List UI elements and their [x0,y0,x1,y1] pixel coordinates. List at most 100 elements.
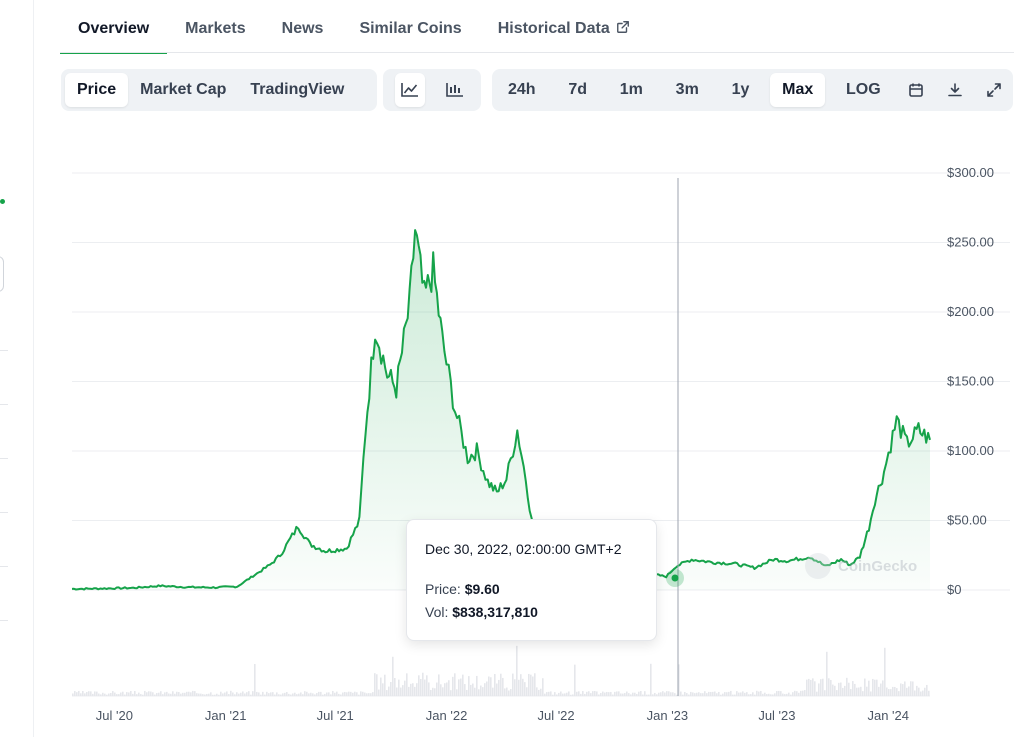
volume-bar [358,694,360,696]
volume-bar [284,692,286,696]
volume-bar [850,689,852,696]
volume-bar [444,683,446,696]
tab-similar-coins[interactable]: Similar Coins [341,0,479,53]
volume-bar [922,690,924,696]
volume-bar [412,683,414,696]
candlestick-icon[interactable] [440,73,470,107]
volume-bar [560,691,562,696]
volume-bar [592,691,594,696]
volume-bar [270,692,272,696]
volume-bar [716,693,718,696]
volume-bar [628,693,630,696]
volume-bar [100,694,102,696]
volume-bar [794,690,796,696]
tradingview-button[interactable]: TradingView [238,73,356,107]
expand-icon[interactable] [979,73,1009,107]
hover-point [671,574,679,582]
volume-bar [920,691,922,696]
volume-bar [708,691,710,696]
range-max-button[interactable]: Max [770,73,826,107]
tab-label: Overview [78,20,150,37]
price-chart[interactable]: CoinGecko $300.00 $250.00 $200.00 $150.00 $1… [0,140,1024,737]
volume-bar [802,690,804,696]
volume-bar [360,691,362,696]
volume-bar [902,684,904,696]
volume-bar [838,682,840,696]
volume-bar [790,694,792,696]
volume-bar [188,691,190,696]
volume-bar [818,683,820,696]
volume-bar [406,673,408,696]
coin-tabs: Overview Markets News Similar Coins Hist… [60,0,648,54]
volume-bar [928,690,930,696]
volume-bar [676,694,678,696]
tab-historical-data[interactable]: Historical Data [480,0,648,53]
volume-bar [250,694,252,696]
volume-bar [546,692,548,696]
volume-bar [458,679,460,696]
volume-bar [788,692,790,696]
price-button[interactable]: Price [65,73,129,107]
range-24h-button[interactable]: 24h [496,73,548,107]
range-1y-button[interactable]: 1y [720,73,762,107]
volume-bar [202,694,204,696]
line-chart-icon[interactable] [394,73,425,107]
volume-bar [498,679,500,696]
download-icon[interactable] [940,73,970,107]
volume-bar [424,679,426,696]
range-1m-button[interactable]: 1m [608,73,655,107]
volume-bar [312,693,314,696]
log-scale-button[interactable]: LOG [834,73,893,107]
volume-bar [260,694,262,696]
volume-bar [426,675,428,696]
volume-bar [168,693,170,696]
range-3m-button[interactable]: 3m [664,73,711,107]
volume-bar [216,693,218,696]
volume-bar [436,682,438,696]
volume-bar [586,691,588,696]
range-7d-button[interactable]: 7d [556,73,599,107]
volume-bar [494,674,496,696]
x-tick-label: Jul '23 [758,708,795,723]
volume-bar [210,692,212,696]
volume-bar [156,693,158,696]
volume-bar [720,694,722,696]
volume-bar [374,673,376,696]
volume-bar [684,691,686,696]
x-tick-label: Jan '22 [426,708,468,723]
volume-bar [342,692,344,696]
volume-bar [282,693,284,696]
volume-bar [840,682,842,696]
volume-bar [162,694,164,696]
volume-bar [170,693,172,696]
volume-bar [306,691,308,696]
tab-markets[interactable]: Markets [167,0,263,53]
tab-label: Markets [185,20,246,37]
volume-bar [310,692,312,696]
tab-news[interactable]: News [264,0,342,53]
volume-bar [798,692,800,696]
volume-bar [454,673,456,696]
volume-bar [550,691,552,696]
volume-bar [608,692,610,696]
volume-bar [714,691,716,696]
calendar-icon[interactable] [901,73,931,107]
volume-bar [536,687,538,696]
volume-bar [462,674,464,696]
volume-bar [696,692,698,696]
volume-bar [578,691,580,696]
volume-bar [136,694,138,696]
volume-bar [150,691,152,696]
volume-bar [286,692,288,696]
volume-bar [512,673,514,696]
market-cap-button[interactable]: Market Cap [128,73,238,107]
volume-bar [574,664,576,696]
volume-bar [624,693,626,696]
volume-bar [330,694,332,696]
volume-bar [776,691,778,696]
volume-bar [886,687,888,696]
volume-bar [568,691,570,696]
tab-overview[interactable]: Overview [60,0,168,54]
volume-bar [826,651,828,696]
volume-bar [450,690,452,696]
